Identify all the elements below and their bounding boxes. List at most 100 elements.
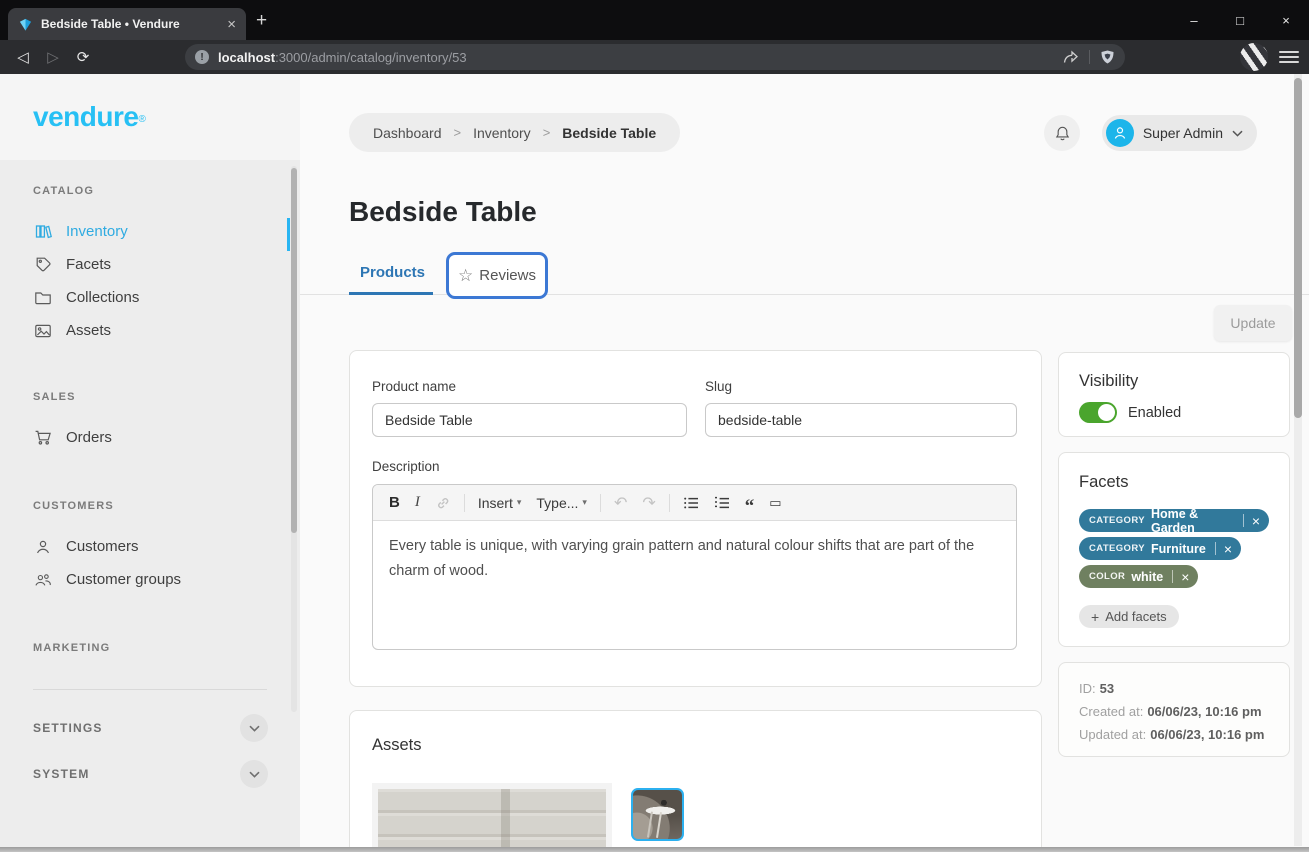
featured-asset-preview[interactable] xyxy=(372,783,612,852)
chevron-down-icon xyxy=(1232,130,1243,137)
undo-button[interactable]: ↶ xyxy=(612,493,629,513)
chevron-down-icon[interactable] xyxy=(240,760,268,788)
new-tab-button[interactable]: + xyxy=(256,10,267,32)
tab-title: Bedside Table • Vendure xyxy=(41,17,219,31)
sidebar-item-collections[interactable]: Collections xyxy=(0,281,300,314)
cart-icon xyxy=(33,429,53,446)
redo-button[interactable]: ↷ xyxy=(640,493,657,513)
breadcrumb-dashboard[interactable]: Dashboard xyxy=(373,125,442,141)
section-label: SETTINGS xyxy=(33,721,103,735)
sidebar-scrollbar-thumb[interactable] xyxy=(291,168,297,533)
ordered-list-button[interactable] xyxy=(712,496,732,510)
sidebar-item-customers[interactable]: Customers xyxy=(0,530,300,563)
sidebar-nav: CATALOG Inventory xyxy=(0,160,300,852)
notifications-button[interactable] xyxy=(1044,115,1080,151)
assets-card: Assets xyxy=(349,710,1042,852)
id-value: 53 xyxy=(1100,681,1114,696)
share-icon[interactable] xyxy=(1062,49,1079,65)
breadcrumb-separator: > xyxy=(543,125,551,140)
asset-thumbnail-selected[interactable] xyxy=(631,788,684,841)
plus-icon: + xyxy=(1091,609,1099,625)
facet-chip: COLOR white × xyxy=(1079,565,1198,588)
nav-section-catalog: CATALOG xyxy=(33,185,300,197)
block-element-button[interactable]: ▭ xyxy=(767,495,783,511)
tab-reviews[interactable]: ☆ Reviews xyxy=(446,252,548,299)
facet-chip-list: CATEGORY Home & Garden × CATEGORY Furnit… xyxy=(1079,509,1269,588)
user-icon xyxy=(33,539,53,555)
facet-value: Home & Garden xyxy=(1151,507,1234,535)
breadcrumb-inventory[interactable]: Inventory xyxy=(473,125,531,141)
breadcrumb-separator: > xyxy=(454,125,462,140)
visibility-heading: Visibility xyxy=(1079,372,1269,391)
browser-menu-icon[interactable] xyxy=(1277,45,1301,69)
chevron-down-icon[interactable] xyxy=(240,714,268,742)
update-button[interactable]: Update xyxy=(1214,305,1292,341)
address-bar[interactable]: ! localhost:3000/admin/catalog/inventory… xyxy=(185,44,1125,70)
type-dropdown[interactable]: Type... ▾ xyxy=(534,495,589,511)
vendure-logo[interactable]: vendure® xyxy=(0,74,300,160)
link-icon[interactable] xyxy=(433,495,453,511)
nav-section-marketing: MARKETING xyxy=(33,642,300,654)
window-controls: – □ × xyxy=(1171,0,1309,40)
product-detail-card: Product name Slug Description B I xyxy=(349,350,1042,687)
facets-heading: Facets xyxy=(1079,473,1269,492)
sidebar-item-orders[interactable]: Orders xyxy=(0,421,300,454)
enabled-toggle[interactable] xyxy=(1079,402,1117,423)
blockquote-button[interactable]: “ xyxy=(743,493,757,512)
remove-facet-button[interactable]: × xyxy=(1173,570,1198,584)
updated-at-row: Updated at:06/06/23, 10:16 pm xyxy=(1079,723,1269,746)
nav-section-customers: CUSTOMERS xyxy=(33,500,300,512)
site-info-icon[interactable]: ! xyxy=(195,50,209,64)
sidebar-item-customer-groups[interactable]: Customer groups xyxy=(0,563,300,596)
active-nav-indicator xyxy=(287,218,290,251)
sidebar-item-inventory[interactable]: Inventory xyxy=(0,215,300,248)
back-button[interactable]: ◁ xyxy=(8,48,38,66)
caret-down-icon: ▾ xyxy=(517,497,522,508)
brave-shield-icon[interactable] xyxy=(1100,49,1115,65)
updated-value: 06/06/23, 10:16 pm xyxy=(1150,727,1264,742)
slug-input[interactable] xyxy=(705,403,1017,437)
profile-avatar[interactable] xyxy=(1240,43,1268,71)
rich-text-editor: B I Insert ▾ Type... xyxy=(372,484,1017,650)
window-bottom-edge xyxy=(0,847,1309,852)
product-name-input[interactable] xyxy=(372,403,687,437)
assets-heading: Assets xyxy=(372,736,422,755)
tab-products[interactable]: Products xyxy=(360,264,425,281)
divider xyxy=(669,494,670,512)
user-menu[interactable]: Super Admin xyxy=(1102,115,1257,151)
sidebar-item-facets[interactable]: Facets xyxy=(0,248,300,281)
entity-id-row: ID: 53 xyxy=(1079,677,1269,700)
vendure-admin-app: vendure® CATALOG Inventory xyxy=(0,74,1309,852)
sidebar-item-label: Inventory xyxy=(66,223,128,240)
nav-section-sales: SALES xyxy=(33,391,300,403)
bold-button[interactable]: B xyxy=(387,494,402,511)
bullet-list-button[interactable] xyxy=(681,496,701,510)
tab-close-button[interactable]: × xyxy=(227,17,236,32)
entity-info-card: ID:53 Created at:06/06/23, 10:16 pm Upda… xyxy=(1058,662,1290,757)
description-text[interactable]: Every table is unique, with varying grai… xyxy=(373,521,1016,598)
add-facets-label: Add facets xyxy=(1105,609,1166,624)
forward-button[interactable]: ▷ xyxy=(38,48,68,66)
close-button[interactable]: × xyxy=(1263,0,1309,40)
remove-facet-button[interactable]: × xyxy=(1216,542,1241,556)
minimize-button[interactable]: – xyxy=(1171,0,1217,40)
page-scrollbar-thumb[interactable] xyxy=(1294,78,1302,418)
maximize-button[interactable]: □ xyxy=(1217,0,1263,40)
insert-dropdown[interactable]: Insert ▾ xyxy=(476,495,524,511)
sidebar-item-label: Customer groups xyxy=(66,571,181,588)
remove-facet-button[interactable]: × xyxy=(1244,514,1269,528)
slug-label: Slug xyxy=(705,379,732,394)
sidebar-item-label: Assets xyxy=(66,322,111,339)
id-label: ID: xyxy=(1079,681,1096,696)
sidebar-section-system[interactable]: SYSTEM xyxy=(0,751,300,797)
sidebar-item-assets[interactable]: Assets xyxy=(0,314,300,347)
facet-group: COLOR xyxy=(1089,571,1125,582)
add-facets-button[interactable]: + Add facets xyxy=(1079,605,1179,628)
facet-chip: CATEGORY Home & Garden × xyxy=(1079,509,1269,532)
person-icon xyxy=(1112,125,1128,141)
reload-button[interactable]: ⟳ xyxy=(68,48,98,66)
toggle-label: Enabled xyxy=(1128,405,1181,421)
italic-button[interactable]: I xyxy=(413,494,422,511)
sidebar-section-settings[interactable]: SETTINGS xyxy=(0,705,300,751)
browser-tab[interactable]: Bedside Table • Vendure × xyxy=(8,8,246,40)
